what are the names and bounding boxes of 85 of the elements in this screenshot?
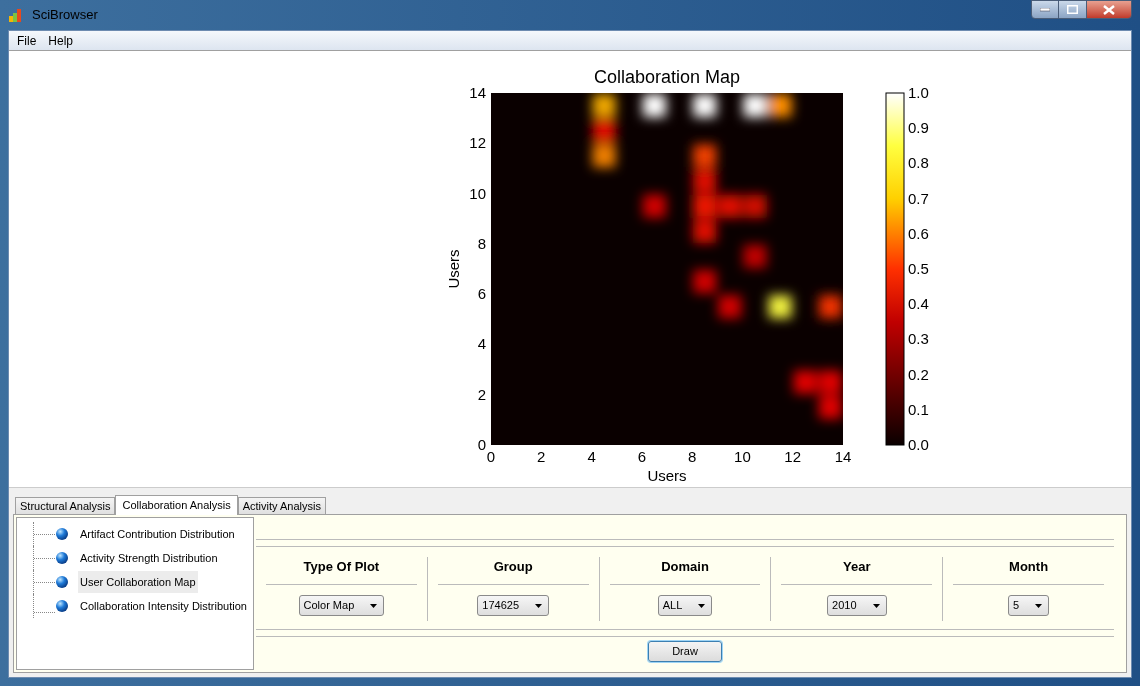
heatmap-cell	[718, 194, 742, 218]
orb-icon	[55, 551, 69, 565]
colorbar-tick-label: 0.0	[908, 436, 929, 453]
caret-icon	[1035, 603, 1043, 608]
y-tick-label: 10	[469, 184, 486, 202]
maximize-button[interactable]	[1059, 0, 1086, 19]
dropdown[interactable]: 5	[1008, 595, 1050, 616]
x-tick-label: 6	[637, 448, 647, 465]
heatmap-cell	[642, 94, 666, 118]
option-label: Year	[781, 557, 933, 585]
heatmap-cell	[693, 270, 717, 294]
x-tick-label: 12	[784, 448, 802, 465]
heatmap-cell	[693, 169, 717, 193]
heatmap-cell	[768, 94, 792, 118]
minimize-icon	[1040, 7, 1050, 12]
x-tick-label: 14	[834, 448, 852, 465]
caret-icon	[370, 603, 378, 608]
y-tick-label: 14	[469, 84, 486, 101]
heatmap-cell	[592, 94, 616, 118]
colorbar-tick-label: 1.0	[908, 84, 929, 101]
y-tick-label: 0	[477, 436, 486, 453]
close-icon	[1103, 4, 1115, 15]
tree-item[interactable]: Artifact Contribution Distribution	[78, 522, 237, 546]
heatmap-cell	[592, 144, 616, 168]
window-title: SciBrowser	[32, 6, 98, 25]
heatmap-cell	[743, 244, 767, 268]
menu-item[interactable]: Help	[48, 31, 74, 50]
dropdown[interactable]: 2010	[827, 595, 887, 616]
y-tick-label: 12	[469, 134, 486, 152]
orb-icon	[55, 575, 69, 589]
heatmap-cell	[743, 94, 767, 118]
tree-item[interactable]: Collaboration Intensity Distribution	[78, 594, 249, 618]
heatmap-cell	[743, 194, 767, 218]
tab[interactable]: Structural Analysis	[15, 497, 116, 514]
heatmap-cell	[818, 295, 842, 319]
y-tick-label: 2	[477, 385, 486, 403]
option-label: Domain	[609, 557, 761, 585]
x-tick-label: 0	[486, 448, 496, 465]
colorbar-tick-label: 0.5	[908, 260, 929, 277]
colorbar-tick-label: 0.6	[908, 224, 929, 242]
y-axis-label: Users	[445, 249, 462, 289]
draw-button[interactable]: Draw	[648, 641, 722, 662]
close-button[interactable]	[1086, 0, 1132, 19]
x-tick-label: 10	[734, 448, 751, 465]
caret-icon	[872, 603, 880, 608]
dropdown[interactable]: Color Map	[298, 595, 385, 616]
orb-icon	[55, 527, 69, 541]
option-label: Group	[437, 557, 589, 585]
colorbar-tick-label: 0.8	[908, 154, 929, 172]
dropdown[interactable]: 174625	[477, 595, 550, 616]
tree-item[interactable]: Activity Strength Distribution	[78, 546, 220, 570]
heatmap-cell	[693, 194, 717, 218]
heatmap-cell	[693, 219, 717, 243]
menu-item[interactable]: File	[17, 31, 37, 50]
orb-icon	[55, 599, 69, 613]
caret-icon	[535, 603, 543, 608]
caret-icon	[698, 603, 706, 608]
colorbar-tick-label: 0.1	[908, 400, 929, 418]
tab[interactable]: Collaboration Analysis	[115, 495, 238, 515]
x-tick-label: 2	[537, 448, 546, 465]
y-tick-label: 4	[477, 335, 486, 353]
colorbar-tick-label: 0.4	[908, 295, 929, 313]
option-label: Type Of Plot	[266, 557, 417, 585]
colorbar-tick-label: 0.3	[908, 330, 929, 348]
y-tick-label: 6	[477, 285, 486, 303]
heatmap-cell	[592, 119, 616, 143]
heatmap-cell	[768, 295, 792, 319]
chart-title: Collaboration Map	[593, 67, 741, 87]
y-tick-label: 8	[477, 234, 486, 252]
heatmap-cell	[693, 144, 717, 168]
colorbar-tick-label: 0.9	[908, 119, 929, 137]
tab[interactable]: Activity Analysis	[237, 497, 326, 514]
app-logo-icon	[8, 7, 24, 23]
heatmap-cell	[718, 295, 742, 319]
heatmap-cell	[693, 94, 717, 118]
minimize-button[interactable]	[1031, 0, 1059, 19]
tree-item[interactable]: User Collaboration Map	[78, 570, 198, 594]
dropdown[interactable]: ALL	[657, 595, 713, 616]
colorbar-tick-label: 0.7	[908, 189, 929, 207]
x-tick-label: 4	[587, 448, 596, 465]
maximize-icon	[1067, 5, 1078, 14]
option-label: Month	[953, 557, 1104, 585]
x-tick-label: 8	[687, 448, 697, 465]
x-axis-label: Users	[647, 467, 687, 484]
colorbar-tick-label: 0.2	[908, 365, 929, 383]
